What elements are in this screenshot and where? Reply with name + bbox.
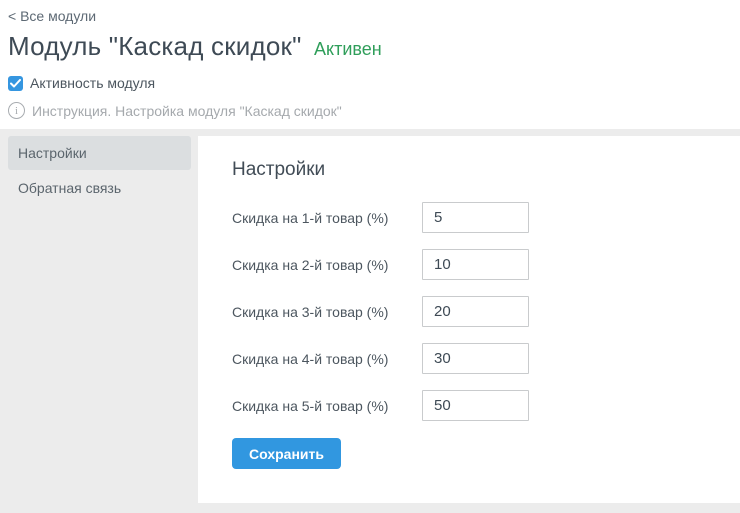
module-active-checkbox[interactable] (8, 76, 23, 91)
discount-input[interactable] (422, 249, 529, 280)
discount-field-label: Скидка на 2-й товар (%) (232, 257, 422, 273)
save-button[interactable]: Сохранить (232, 438, 341, 469)
discount-field-label: Скидка на 1-й товар (%) (232, 210, 422, 226)
page-header: < Все модули Модуль "Каскад скидок" Акти… (0, 0, 740, 129)
discount-field-label: Скидка на 4-й товар (%) (232, 351, 422, 367)
discount-input[interactable] (422, 296, 529, 327)
discount-input[interactable] (422, 202, 529, 233)
sidebar-item-0[interactable]: Настройки (8, 136, 191, 170)
discount-field-label: Скидка на 5-й товар (%) (232, 398, 422, 414)
page-title: Модуль "Каскад скидок" (8, 31, 302, 61)
sidebar-item-1[interactable]: Обратная связь (8, 171, 191, 205)
discount-field-row: Скидка на 4-й товар (%) (232, 343, 720, 374)
sidebar-item-label: Настройки (18, 145, 87, 161)
checkmark-icon (10, 79, 21, 88)
discount-field-row: Скидка на 2-й товар (%) (232, 249, 720, 280)
sidebar-nav: Настройки Обратная связь (0, 129, 198, 513)
settings-panel: Настройки Скидка на 1-й товар (%) Скидка… (198, 136, 740, 503)
discount-input[interactable] (422, 343, 529, 374)
title-row: Модуль "Каскад скидок" Активен (8, 31, 730, 62)
discount-field-row: Скидка на 1-й товар (%) (232, 202, 720, 233)
info-circle-icon: i (8, 102, 25, 119)
instruction-row: i Инструкция. Настройка модуля "Каскад с… (8, 102, 730, 119)
discount-form: Скидка на 1-й товар (%) Скидка на 2-й то… (232, 202, 720, 421)
discount-field-row: Скидка на 3-й товар (%) (232, 296, 720, 327)
status-badge: Активен (314, 39, 382, 59)
discount-field-label: Скидка на 3-й товар (%) (232, 304, 422, 320)
module-active-label: Активность модуля (30, 75, 155, 91)
content-area: Настройки Обратная связь Настройки Скидк… (0, 129, 740, 513)
panel-heading: Настройки (232, 158, 720, 181)
instruction-link[interactable]: Инструкция. Настройка модуля "Каскад ски… (32, 103, 342, 119)
module-activity-row: Активность модуля (8, 75, 730, 91)
sidebar-item-label: Обратная связь (18, 180, 121, 196)
discount-input[interactable] (422, 390, 529, 421)
discount-field-row: Скидка на 5-й товар (%) (232, 390, 720, 421)
back-to-modules-link[interactable]: < Все модули (8, 8, 96, 24)
